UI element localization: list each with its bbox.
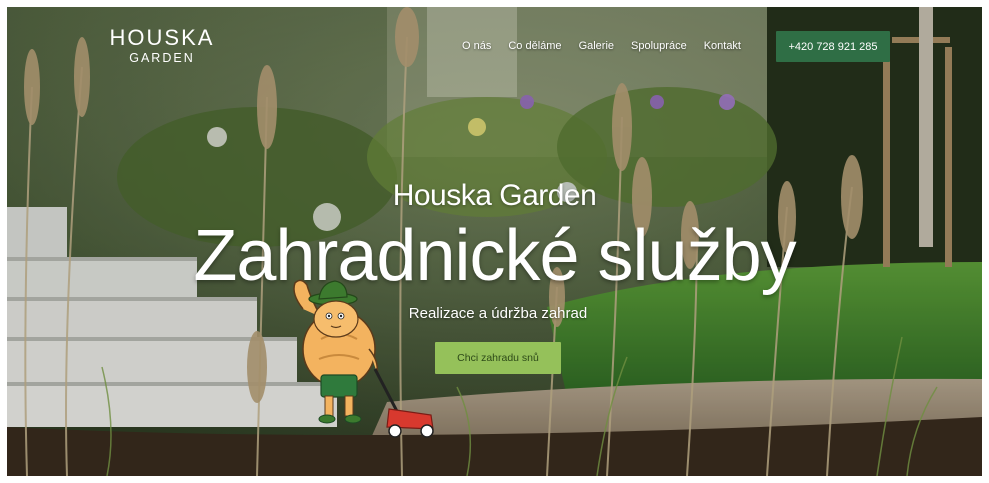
nav-item-o-nas[interactable]: O nás (462, 40, 491, 52)
site-logo[interactable]: HOUSKA GARDEN (107, 25, 217, 65)
phone-button[interactable]: +420 728 921 285 (776, 31, 890, 62)
logo-wordmark: HOUSKA (109, 25, 215, 50)
nav-item-co-delame[interactable]: Co děláme (508, 40, 561, 52)
main-nav: O nás Co děláme Galerie Spolupráce Konta… (462, 40, 758, 52)
logo-subtitle: GARDEN (129, 51, 195, 65)
nav-item-kontakt[interactable]: Kontakt (704, 40, 741, 52)
nav-item-galerie[interactable]: Galerie (579, 40, 614, 52)
bread-mascot-lawnmower-illustration (293, 279, 434, 438)
page-frame: HOUSKA GARDEN O nás Co děláme Galerie Sp… (7, 7, 982, 476)
hero-title: Zahradnické služby (193, 216, 796, 296)
cta-dream-garden-button[interactable]: Chci zahradu snů (435, 342, 561, 374)
nav-item-spoluprace[interactable]: Spolupráce (631, 40, 687, 52)
hero-subtitle: Houska Garden (392, 179, 597, 212)
